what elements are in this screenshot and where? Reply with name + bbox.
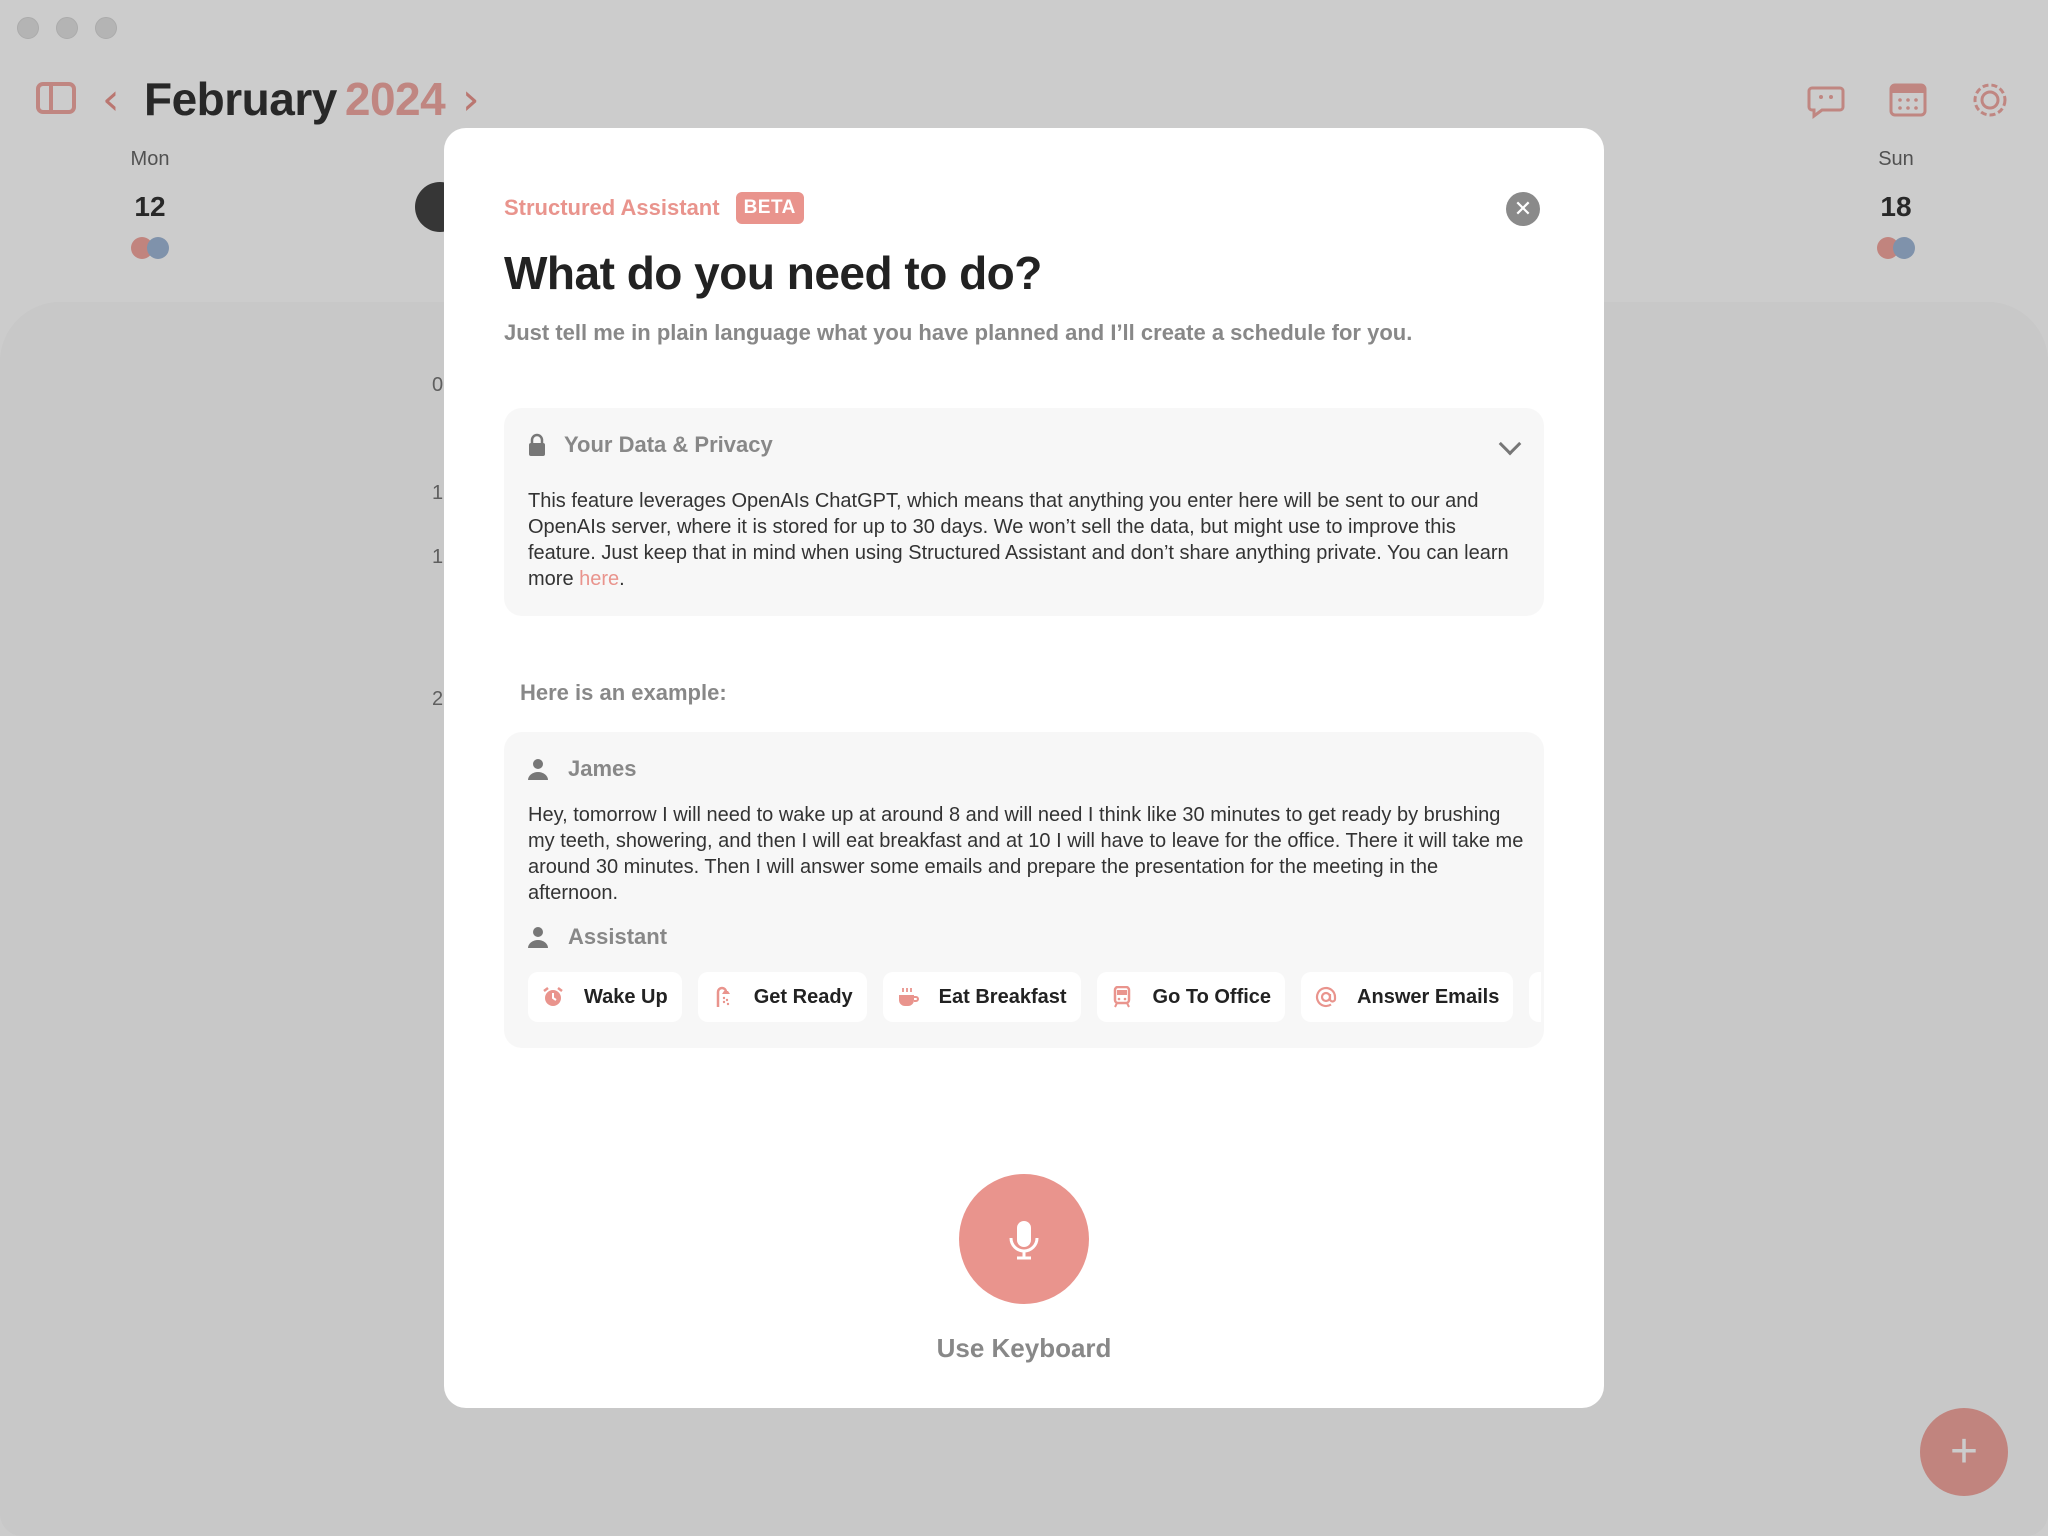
close-dialog-button[interactable]: ✕: [1506, 192, 1540, 226]
structured-assistant-dialog: Structured Assistant BETA ✕ What do you …: [444, 128, 1604, 1408]
at-icon: [1315, 986, 1337, 1008]
task-label: Eat Breakfast: [938, 985, 1067, 1008]
privacy-text: This feature leverages OpenAIs ChatGPT, …: [528, 488, 1528, 592]
microphone-icon: [1009, 1221, 1039, 1260]
coffee-icon: [898, 988, 919, 1006]
shower-icon: [716, 986, 730, 1007]
assistant-name: Assistant: [568, 924, 668, 949]
assistant-label: Structured Assistant: [504, 195, 720, 220]
task-chip-partial: [1529, 972, 1542, 1022]
alarm-icon: [543, 987, 563, 1006]
user-message: Hey, tomorrow I will need to wake up at …: [528, 804, 1524, 904]
task-chip: Eat Breakfast: [882, 972, 1081, 1022]
example-conversation: James Hey, tomorrow I will need to wake …: [504, 732, 1544, 1048]
task-label: Get Ready: [753, 985, 853, 1008]
dialog-header: Structured Assistant BETA: [504, 192, 804, 224]
dialog-subtitle: Just tell me in plain language what you …: [504, 320, 1413, 345]
person-icon: [528, 759, 548, 780]
privacy-header[interactable]: Your Data & Privacy: [528, 432, 773, 458]
task-label: Answer Emails: [1357, 985, 1500, 1008]
learn-more-link[interactable]: here: [579, 568, 619, 590]
use-keyboard-button[interactable]: Use Keyboard: [444, 1333, 1604, 1364]
assistant-speaker: Assistant: [528, 924, 667, 950]
task-chip: Answer Emails: [1301, 972, 1514, 1022]
privacy-title: Your Data & Privacy: [564, 432, 773, 457]
task-chips: Wake Up Get Ready Eat Breakfast Go To Of…: [528, 972, 1542, 1022]
task-chip: Wake Up: [528, 972, 682, 1022]
microphone-button[interactable]: [959, 1174, 1089, 1304]
privacy-end: .: [619, 568, 625, 590]
dialog-title: What do you need to do?: [504, 247, 1042, 299]
privacy-body: This feature leverages OpenAIs ChatGPT, …: [528, 490, 1509, 590]
task-chip: Get Ready: [697, 972, 867, 1022]
lock-icon: [529, 433, 545, 456]
person-icon: [528, 927, 548, 948]
example-label: Here is an example:: [520, 680, 727, 705]
chevron-down-icon[interactable]: [1498, 432, 1522, 456]
beta-badge: BETA: [735, 192, 804, 224]
task-chip: Go To Office: [1096, 972, 1286, 1022]
user-name: James: [568, 756, 637, 781]
task-label: Go To Office: [1152, 985, 1272, 1008]
user-speaker: James: [528, 756, 637, 782]
train-icon: [1113, 986, 1130, 1008]
task-label: Wake Up: [584, 985, 668, 1008]
privacy-disclosure: Your Data & Privacy This feature leverag…: [504, 408, 1544, 616]
